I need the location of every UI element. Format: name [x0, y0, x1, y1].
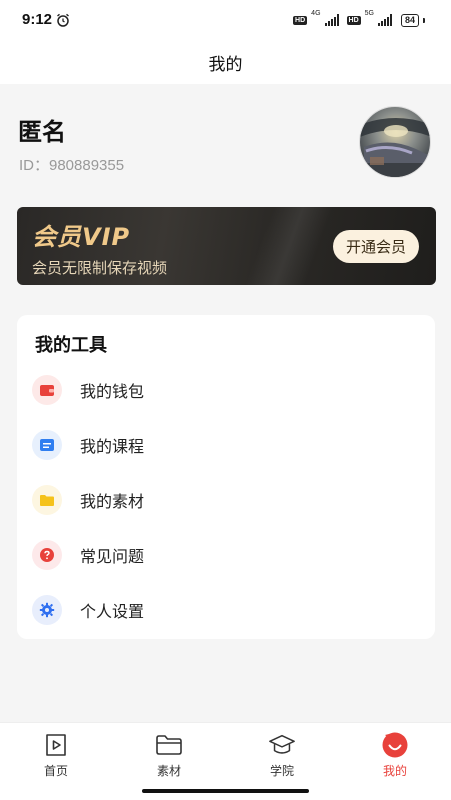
tool-label: 我的课程 [80, 437, 145, 456]
profile-smile-icon [381, 731, 409, 759]
status-indicators: HD 4G HD 5G 84 [293, 10, 425, 28]
tool-item-faq[interactable]: 常见问题 [17, 530, 435, 580]
network-label: 4G [311, 10, 321, 17]
tool-item-wallet[interactable]: 我的钱包 [17, 365, 435, 415]
nav-header: 我的 [0, 40, 451, 84]
page-title: 我的 [208, 54, 243, 75]
tab-academy[interactable]: 学院 [226, 723, 338, 783]
network-label: 5G [364, 10, 374, 17]
tab-mine[interactable]: 我的 [339, 723, 451, 783]
graduation-cap-icon [268, 731, 296, 759]
course-icon [32, 430, 62, 460]
vip-banner[interactable]: 会员VIP 会员无限制保存视频 开通会员 [17, 207, 436, 285]
question-icon [32, 540, 62, 570]
tool-item-course[interactable]: 我的课程 [17, 420, 435, 470]
folder-icon [32, 485, 62, 515]
wallet-icon [32, 375, 62, 405]
tool-label: 我的钱包 [80, 382, 145, 401]
avatar-image [360, 107, 430, 177]
home-indicator [142, 789, 309, 793]
gear-icon [32, 595, 62, 625]
vip-subtitle: 会员无限制保存视频 [32, 259, 168, 277]
tab-home[interactable]: 首页 [0, 723, 112, 783]
status-time: 9:12 [22, 11, 53, 28]
play-icon [42, 731, 70, 759]
hd-badge: HD [346, 15, 361, 25]
open-vip-button[interactable]: 开通会员 [333, 230, 419, 263]
tools-card: 我的工具 我的钱包 我的课程 我的素材 常见问题 个人设置 [17, 315, 435, 639]
signal-icon [377, 14, 392, 26]
avatar[interactable] [359, 106, 431, 178]
tab-material[interactable]: 素材 [113, 723, 225, 783]
tab-label: 我的 [382, 764, 407, 778]
hd-badge: HD [293, 15, 308, 25]
user-id: ID：980889355 [19, 157, 125, 174]
folder-icon [155, 731, 183, 759]
tool-label: 常见问题 [80, 547, 145, 566]
signal-icon [324, 14, 339, 26]
tool-label: 个人设置 [80, 602, 145, 621]
vip-title: 会员VIP [32, 223, 131, 251]
battery-tip [423, 17, 425, 23]
tab-label: 学院 [269, 764, 294, 778]
alarm-icon [57, 13, 69, 27]
tab-label: 首页 [43, 764, 68, 778]
tool-item-material[interactable]: 我的素材 [17, 475, 435, 525]
tools-title: 我的工具 [35, 335, 107, 356]
tab-label: 素材 [156, 764, 181, 778]
tool-item-settings[interactable]: 个人设置 [17, 585, 435, 635]
status-bar: 9:12 HD 4G HD 5G 84 [0, 0, 451, 40]
tool-label: 我的素材 [80, 492, 145, 511]
battery-icon: 84 [400, 13, 419, 27]
user-name: 匿名 [18, 118, 66, 146]
vip-shine-decoration [236, 207, 338, 285]
